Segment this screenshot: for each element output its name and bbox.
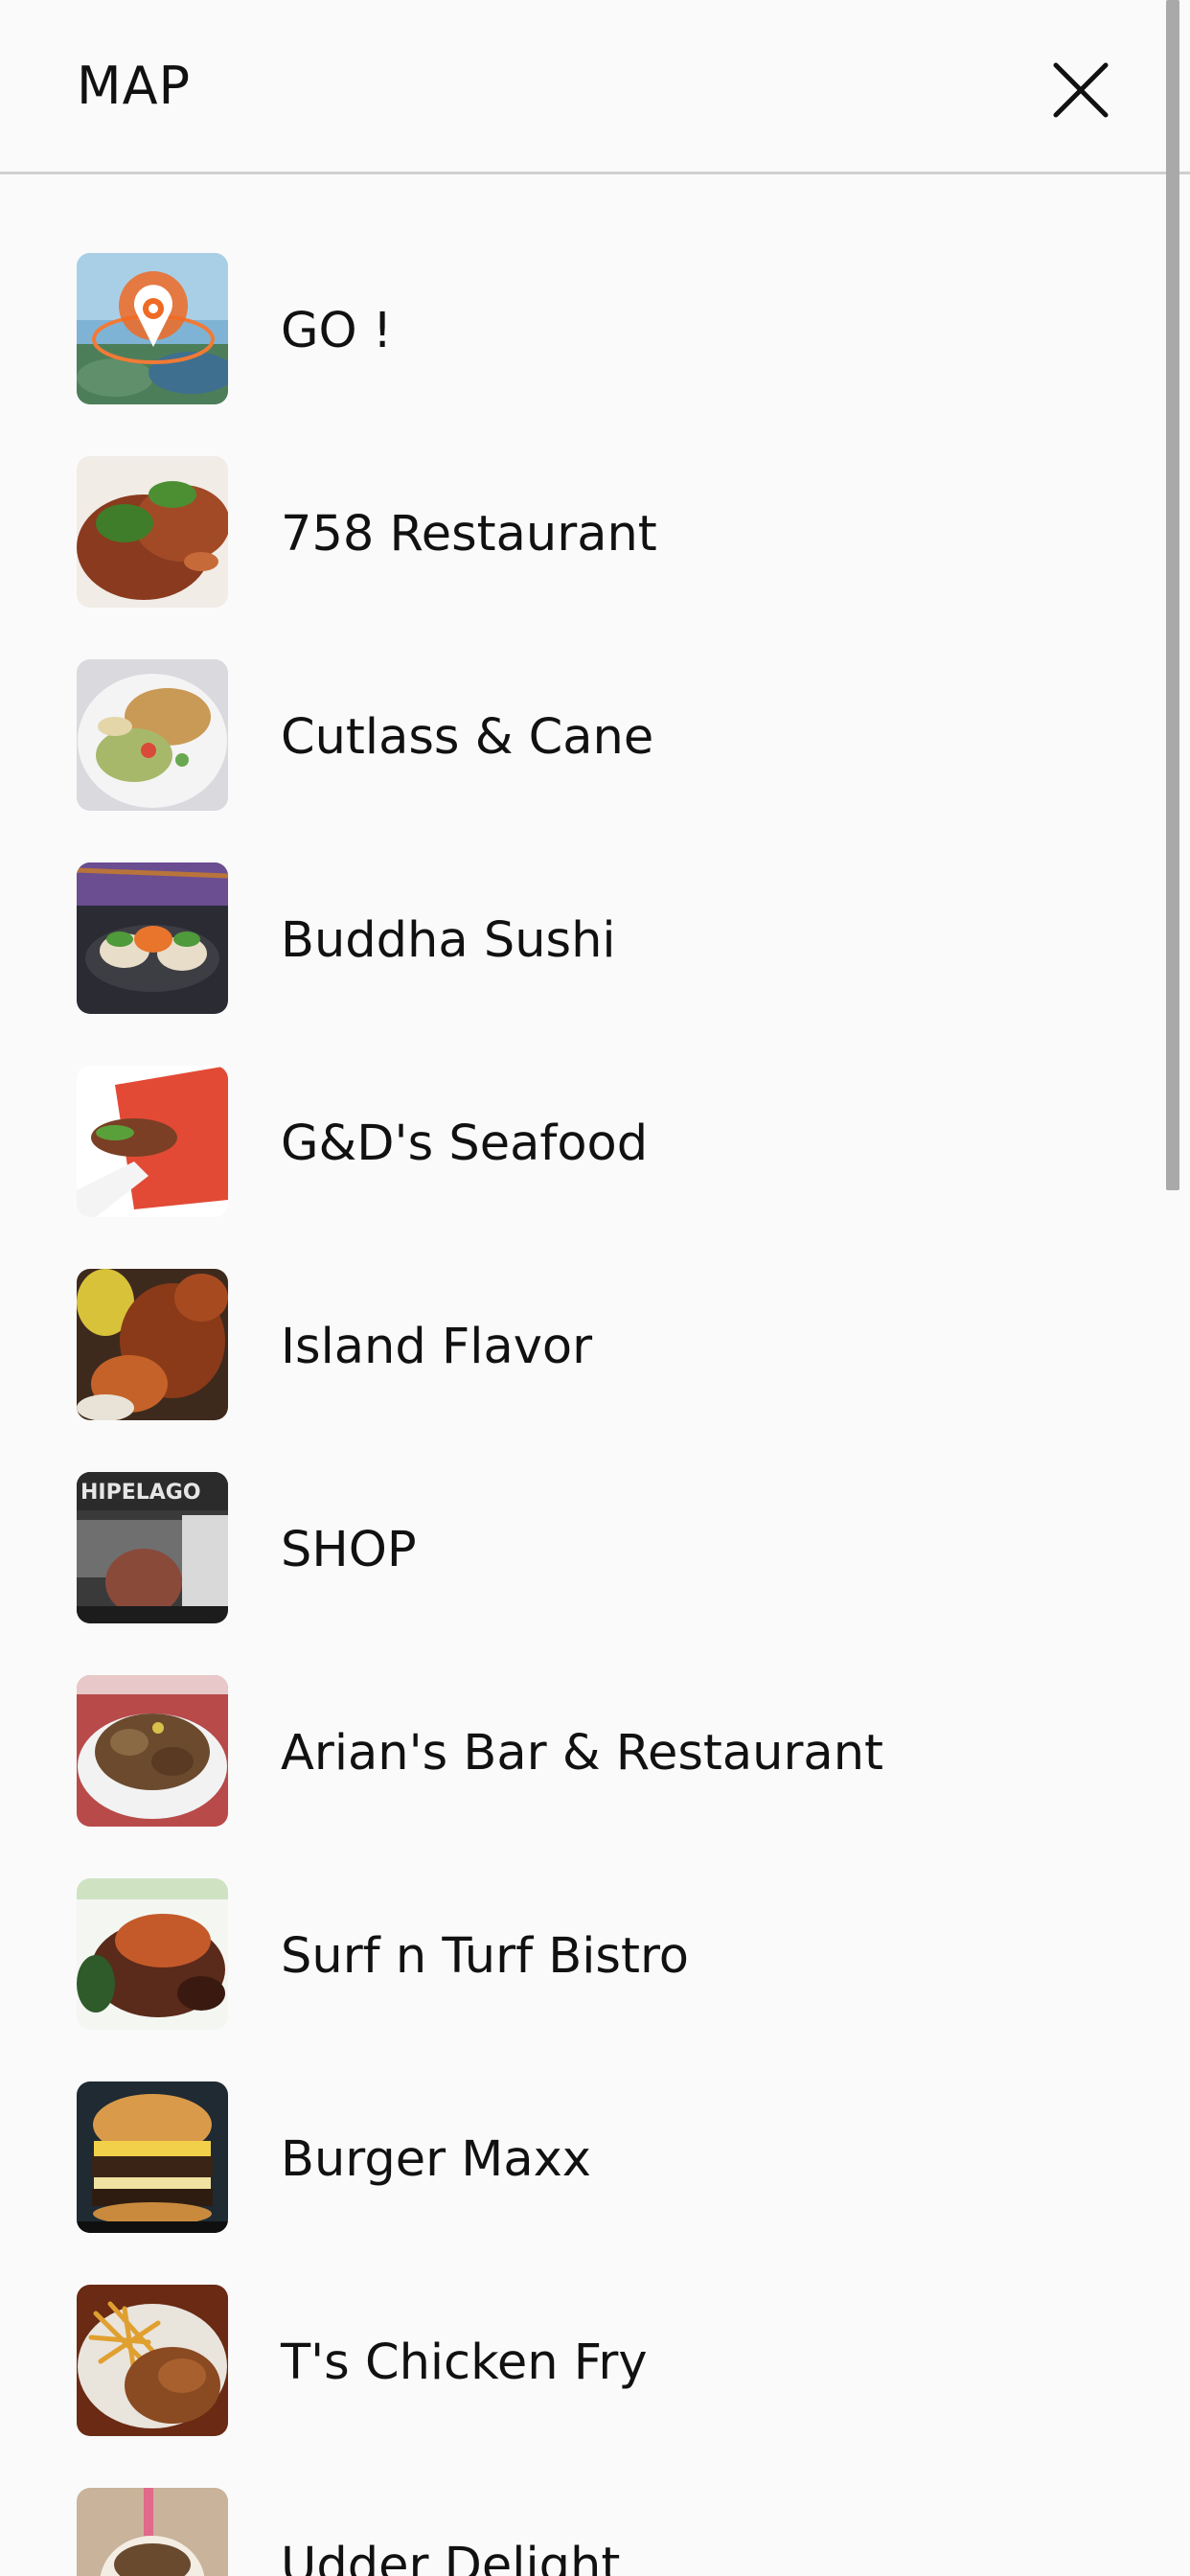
list-item-label: Burger Maxx [281, 2131, 591, 2188]
list-item-label: Island Flavor [281, 1319, 593, 1375]
list-item-label: Buddha Sushi [281, 912, 616, 969]
location-list: GO ! 758 Restaurant Cutlass & Cane Buddh… [0, 174, 1150, 2576]
list-item-ts-chicken-fry[interactable]: T's Chicken Fry [0, 2206, 1150, 2436]
list-item-label: Cutlass & Cane [281, 709, 654, 766]
list-item-island-flavor[interactable]: Island Flavor [0, 1190, 1150, 1420]
list-item-label: GO ! [281, 303, 393, 359]
close-icon [1053, 62, 1109, 118]
list-item-label: Surf n Turf Bistro [281, 1928, 690, 1985]
list-item-arians-bar[interactable]: Arian's Bar & Restaurant [0, 1597, 1150, 1827]
list-item-shop[interactable]: HIPELAGO SHOP [0, 1393, 1150, 1623]
list-item-label: 758 Restaurant [281, 506, 657, 563]
list-item-burger-maxx[interactable]: Burger Maxx [0, 2003, 1150, 2233]
list-item-label: Arian's Bar & Restaurant [281, 1725, 884, 1782]
list-item-label: SHOP [281, 1522, 417, 1578]
list-item-cutlass-cane[interactable]: Cutlass & Cane [0, 581, 1150, 811]
list-item-surf-n-turf[interactable]: Surf n Turf Bistro [0, 1800, 1150, 2030]
list-item-label: T's Chicken Fry [281, 2334, 648, 2391]
svg-text:HIPELAGO: HIPELAGO [80, 1481, 201, 1505]
list-item-go[interactable]: GO ! [0, 174, 1150, 404]
list-item-label: G&D's Seafood [281, 1116, 649, 1172]
map-screen: MAP GO ! 758 Restaurant Cutlass & Cane B… [0, 0, 1190, 2576]
list-item-label: Udder Delight [281, 2538, 621, 2576]
close-button[interactable] [1050, 59, 1111, 121]
list-item-758-restaurant[interactable]: 758 Restaurant [0, 378, 1150, 608]
food-photo [77, 2488, 228, 2576]
header: MAP [0, 0, 1190, 174]
scrollbar[interactable] [1166, 0, 1179, 1190]
list-item-buddha-sushi[interactable]: Buddha Sushi [0, 784, 1150, 1014]
list-item-gd-seafood[interactable]: G&D's Seafood [0, 987, 1150, 1217]
page-title: MAP [77, 56, 192, 116]
list-item-udder-delight[interactable]: Udder Delight [0, 2409, 1150, 2576]
